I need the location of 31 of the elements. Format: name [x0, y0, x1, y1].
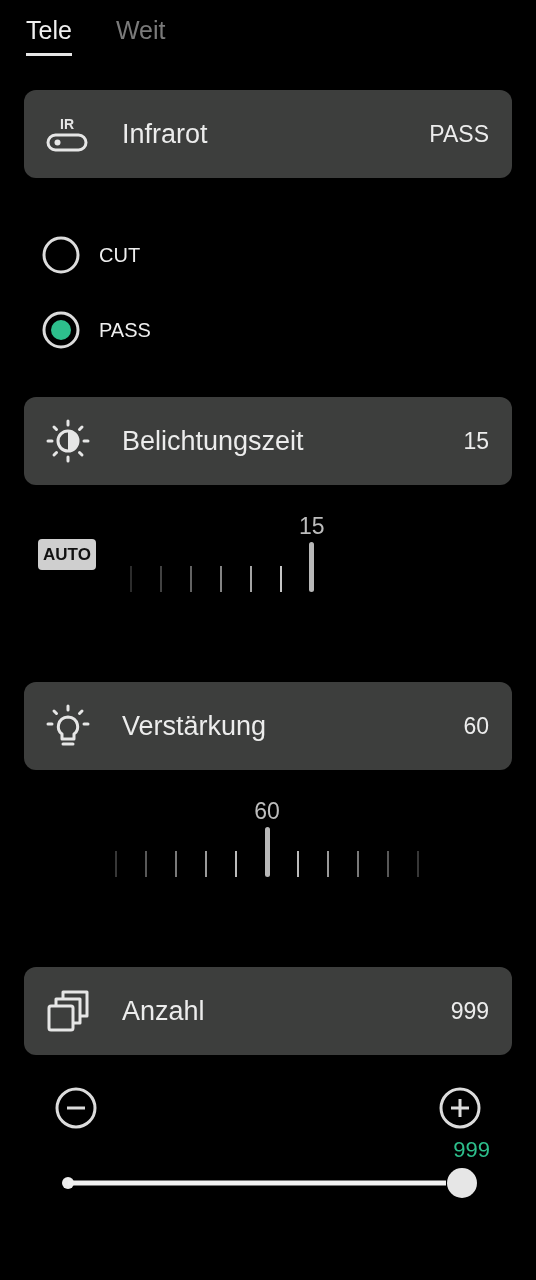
auto-button[interactable]: AUTO — [38, 539, 96, 570]
setting-card[interactable]: Anzahl 999 — [24, 967, 512, 1055]
brightness-icon — [46, 419, 90, 463]
card-title: Anzahl — [122, 995, 206, 1027]
card-title: Verstärkung — [122, 710, 268, 742]
radio-button[interactable] — [41, 310, 81, 350]
tab[interactable]: Tele — [26, 14, 72, 56]
tab[interactable]: Weit — [115, 14, 166, 56]
card-value: 60 — [463, 712, 489, 740]
card-value: 15 — [463, 427, 489, 455]
radio-button[interactable] — [41, 235, 81, 275]
radio-label: PASS — [99, 318, 151, 342]
card-title: Infrarot — [122, 118, 209, 150]
dial-scale[interactable]: 15 — [127, 513, 328, 592]
light-bulb-icon — [46, 704, 90, 748]
slider-thumb[interactable] — [447, 1168, 477, 1198]
dial-reading: 60 — [254, 798, 280, 825]
slider-track[interactable] — [62, 1177, 446, 1189]
card-title: Belichtungszeit — [122, 425, 305, 457]
plus-icon[interactable] — [439, 1087, 481, 1129]
card-value: 999 — [450, 997, 489, 1025]
setting-card[interactable]: IR Infrarot PASS — [24, 90, 512, 178]
dial-reading: 15 — [299, 513, 325, 540]
dial-scale[interactable]: 60 — [101, 798, 433, 877]
stacked-squares-icon — [46, 989, 90, 1033]
slider-reading: 999 — [453, 1137, 490, 1163]
setting-card[interactable]: Verstärkung 60 — [24, 682, 512, 770]
setting-card[interactable]: Belichtungszeit 15 — [24, 397, 512, 485]
radio-label: CUT — [99, 243, 141, 267]
card-value: PASS — [429, 120, 489, 148]
minus-icon[interactable] — [55, 1087, 97, 1129]
